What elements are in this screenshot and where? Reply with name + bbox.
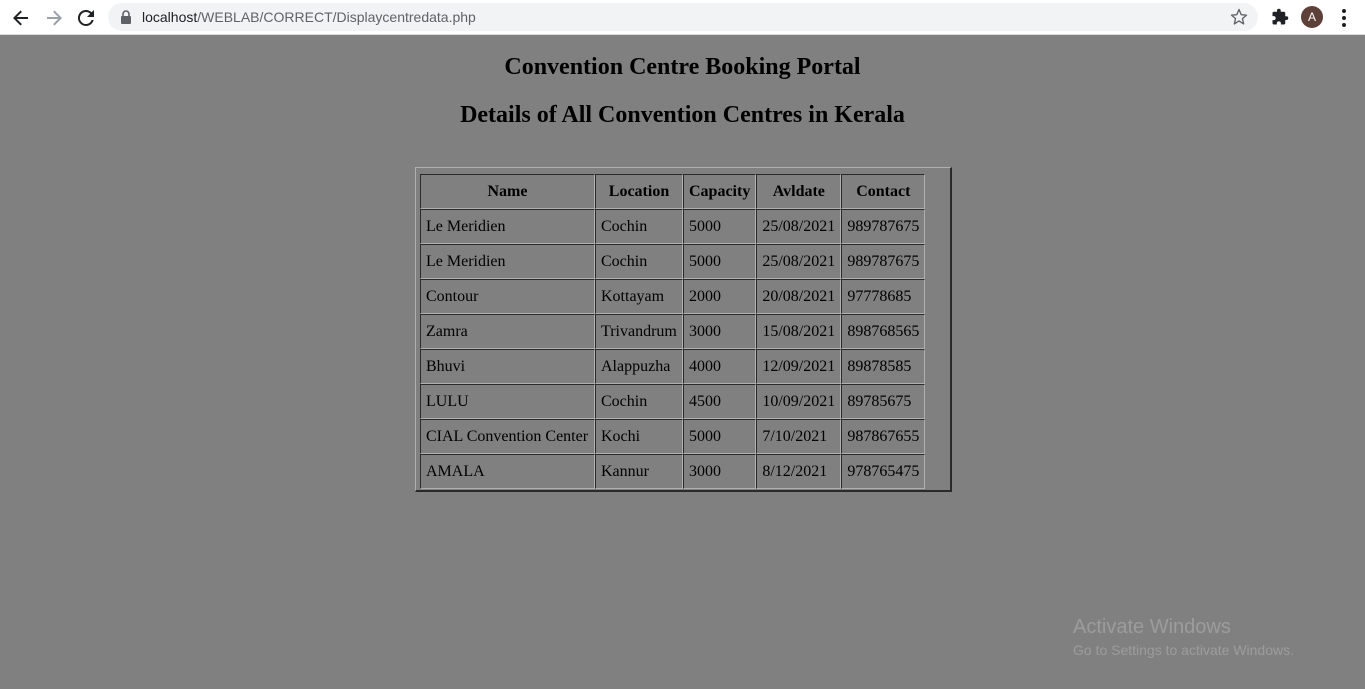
watermark-title: Activate Windows [1073, 616, 1231, 638]
url-text: localhost/WEBLAB/CORRECT/Displaycentreda… [142, 9, 476, 25]
browser-toolbar: localhost/WEBLAB/CORRECT/Displaycentreda… [0, 0, 1365, 35]
cell-avldate: 25/08/2021 [756, 244, 842, 279]
cell-contact: 989787675 [841, 209, 926, 244]
table-row: LULU Cochin 4500 10/09/2021 89785675 [420, 384, 926, 419]
table-row: Zamra Trivandrum 3000 15/08/2021 8987685… [420, 314, 926, 349]
cell-name: Bhuvi [420, 349, 595, 384]
centres-table-frame: Name Location Capacity Avldate Contact L… [415, 167, 952, 492]
cell-name: CIAL Convention Center [420, 419, 595, 454]
cell-contact: 89785675 [841, 384, 926, 419]
table-row: Bhuvi Alappuzha 4000 12/09/2021 89878585 [420, 349, 926, 384]
cell-location: Cochin [595, 209, 683, 244]
cell-capacity: 5000 [683, 244, 757, 279]
cell-location: Cochin [595, 244, 683, 279]
column-header-location: Location [595, 174, 683, 209]
kebab-menu-icon[interactable] [1336, 8, 1352, 28]
cell-avldate: 10/09/2021 [756, 384, 842, 419]
cell-avldate: 25/08/2021 [756, 209, 842, 244]
cell-capacity: 3000 [683, 314, 757, 349]
forward-arrow-icon[interactable] [41, 5, 67, 31]
page-subtitle: Details of All Convention Centres in Ker… [460, 102, 905, 128]
cell-location: Kottayam [595, 279, 683, 314]
cell-location: Alappuzha [595, 349, 683, 384]
cell-location: Kannur [595, 454, 683, 489]
table-row: Le Meridien Cochin 5000 25/08/2021 98978… [420, 244, 926, 279]
cell-avldate: 20/08/2021 [756, 279, 842, 314]
cell-name: LULU [420, 384, 595, 419]
page-content: Convention Centre Booking Portal Details… [0, 36, 1365, 689]
cell-avldate: 12/09/2021 [756, 349, 842, 384]
cell-contact: 97778685 [841, 279, 926, 314]
cell-name: Contour [420, 279, 595, 314]
cell-avldate: 15/08/2021 [756, 314, 842, 349]
cell-capacity: 2000 [683, 279, 757, 314]
cell-name: AMALA [420, 454, 595, 489]
cell-contact: 978765475 [841, 454, 926, 489]
puzzle-icon[interactable] [1271, 8, 1289, 26]
lock-icon[interactable] [120, 10, 132, 24]
avatar[interactable]: A [1301, 6, 1323, 28]
page-title: Convention Centre Booking Portal [504, 54, 861, 80]
centres-table: Name Location Capacity Avldate Contact L… [420, 174, 926, 489]
cell-capacity: 4000 [683, 349, 757, 384]
column-header-contact: Contact [841, 174, 926, 209]
table-header-row: Name Location Capacity Avldate Contact [420, 174, 926, 209]
table-row: Contour Kottayam 2000 20/08/2021 9777868… [420, 279, 926, 314]
column-header-avldate: Avldate [756, 174, 842, 209]
cell-capacity: 5000 [683, 209, 757, 244]
cell-avldate: 7/10/2021 [756, 419, 842, 454]
url-path: /WEBLAB/CORRECT/Displaycentredata.php [197, 9, 476, 25]
activation-watermark: Activate Windows Go to Settings to activ… [1073, 615, 1294, 660]
cell-capacity: 5000 [683, 419, 757, 454]
cell-contact: 89878585 [841, 349, 926, 384]
cell-avldate: 8/12/2021 [756, 454, 842, 489]
table-row: CIAL Convention Center Kochi 5000 7/10/2… [420, 419, 926, 454]
cell-contact: 898768565 [841, 314, 926, 349]
cell-capacity: 4500 [683, 384, 757, 419]
cell-contact: 987867655 [841, 419, 926, 454]
address-bar[interactable]: localhost/WEBLAB/CORRECT/Displaycentreda… [108, 3, 1258, 31]
star-icon[interactable] [1230, 8, 1248, 26]
watermark-subtitle: Go to Settings to activate Windows. [1073, 642, 1294, 658]
column-header-name: Name [420, 174, 595, 209]
column-header-capacity: Capacity [683, 174, 757, 209]
cell-contact: 989787675 [841, 244, 926, 279]
back-arrow-icon[interactable] [8, 5, 34, 31]
cell-capacity: 3000 [683, 454, 757, 489]
table-row: AMALA Kannur 3000 8/12/2021 978765475 [420, 454, 926, 489]
url-host: localhost [142, 9, 198, 25]
cell-name: Le Meridien [420, 244, 595, 279]
reload-icon[interactable] [73, 5, 99, 31]
cell-location: Trivandrum [595, 314, 683, 349]
cell-name: Le Meridien [420, 209, 595, 244]
table-row: Le Meridien Cochin 5000 25/08/2021 98978… [420, 209, 926, 244]
cell-name: Zamra [420, 314, 595, 349]
cell-location: Cochin [595, 384, 683, 419]
cell-location: Kochi [595, 419, 683, 454]
